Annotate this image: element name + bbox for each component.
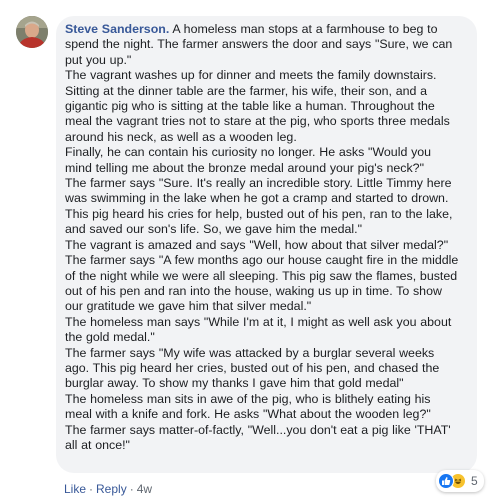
comment-line: out of his pen and ran into the house, w… bbox=[65, 283, 442, 298]
comment-line: The farmer says "A few months ago our ho… bbox=[65, 253, 459, 268]
comment-line: around his neck, as well as a wooden leg… bbox=[65, 129, 297, 144]
comment-line: meal the vagrant tries not to stare at t… bbox=[65, 114, 450, 129]
comment-container: Steve Sanderson. A homeless man stops at… bbox=[0, 0, 500, 500]
separator: · bbox=[129, 482, 134, 496]
comment-line: ago. This pig heard her cries, busted ou… bbox=[65, 360, 440, 375]
comment-first-line: Steve Sanderson. A homeless man stops at… bbox=[65, 22, 465, 37]
avatar[interactable] bbox=[16, 16, 48, 48]
comment-line: The homeless man sits in awe of the pig,… bbox=[65, 391, 431, 406]
comment-line: spend the night. The farmer answers the … bbox=[65, 37, 453, 52]
comment-line: This pig heard his cries for help, buste… bbox=[65, 206, 453, 221]
comment-author[interactable]: Steve Sanderson. bbox=[65, 22, 169, 36]
comment-line: meal with a knife and fork. He asks "Wha… bbox=[65, 407, 431, 422]
comment-line: our gratitude we gave him that silver me… bbox=[65, 299, 312, 314]
comment-line: The vagrant washes up for dinner and mee… bbox=[65, 68, 437, 83]
comment-line: the gold medal." bbox=[65, 330, 155, 345]
comment-line: burglar away. To show my thanks I gave h… bbox=[65, 376, 404, 391]
reply-button[interactable]: Reply bbox=[96, 482, 127, 496]
separator: · bbox=[89, 482, 94, 496]
comment-body: Steve Sanderson. A homeless man stops at… bbox=[65, 22, 465, 453]
comment-line: gigantic pig who is sitting at the table… bbox=[65, 99, 435, 114]
like-button[interactable]: Like bbox=[64, 482, 86, 496]
comment-line: The farmer says "My wife was attacked by… bbox=[65, 345, 435, 360]
reaction-count: 5 bbox=[471, 474, 478, 488]
comment-line: mind telling me about the bronze medal a… bbox=[65, 160, 424, 175]
comment-line: and saved our son's life. So, we gave hi… bbox=[65, 222, 362, 237]
comment-line: The vagrant is amazed and says "Well, ho… bbox=[65, 237, 449, 252]
comment-line: A homeless man stops at a farmhouse to b… bbox=[169, 22, 438, 36]
comment-actions: Like · Reply · 4w bbox=[64, 482, 152, 496]
like-icon bbox=[438, 473, 454, 489]
comment-timestamp[interactable]: 4w bbox=[137, 482, 152, 496]
comment-line: The homeless man says "While I'm at it, … bbox=[65, 314, 452, 329]
comment-line: The farmer says matter-of-factly, "Well.… bbox=[65, 422, 451, 437]
comment-line: all at once!" bbox=[65, 437, 130, 452]
reaction-summary[interactable]: 5 bbox=[436, 470, 484, 492]
comment-line: Sitting at the dinner table are the farm… bbox=[65, 83, 428, 98]
comment-line: of the night while we were all sleeping.… bbox=[65, 268, 458, 283]
comment-line: was swimming in the lake when he got a c… bbox=[65, 191, 449, 206]
comment-line: The farmer says "Sure. It's really an in… bbox=[65, 176, 452, 191]
comment-line: Finally, he can contain his curiosity no… bbox=[65, 145, 432, 160]
comment-line: put you up." bbox=[65, 52, 132, 67]
comment-bubble: Steve Sanderson. A homeless man stops at… bbox=[56, 16, 477, 473]
